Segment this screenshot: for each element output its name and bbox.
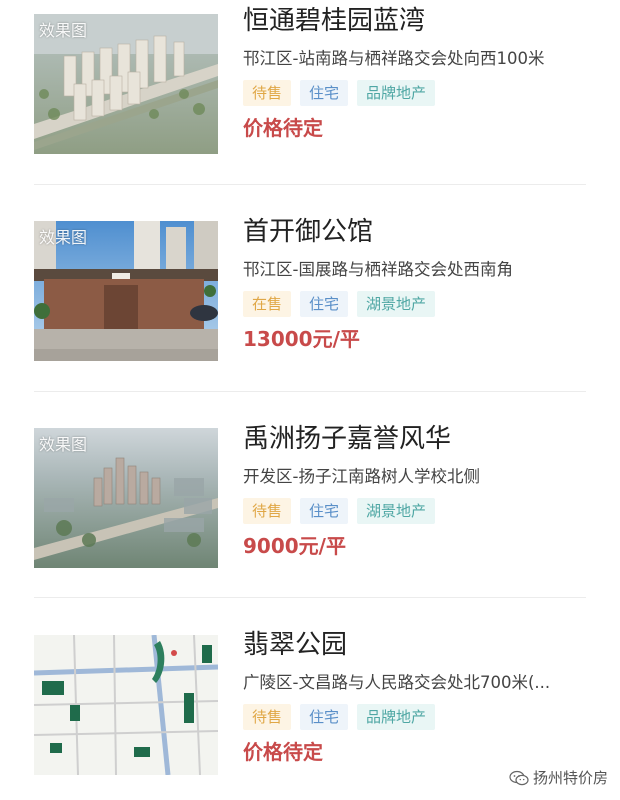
divider [34,391,586,392]
listing-title[interactable]: 恒通碧桂园蓝湾 [243,4,600,38]
listing-thumbnail[interactable]: 效果图 [34,221,218,361]
tag-status: 待售 [243,80,292,106]
listing-list: 效果图 恒通碧桂园蓝湾 邗江区-站南路与栖祥路交会处向西100米 待售 住宅 品… [0,0,620,800]
listing-info: 翡翠公园 广陵区-文昌路与人民路交会处北700米(... 待售 住宅 品牌地产 … [243,628,600,765]
tag-feature: 湖景地产 [357,498,436,524]
render-watermark: 效果图 [39,435,88,454]
listing-thumbnail[interactable] [34,635,218,775]
listing-tags: 在售 住宅 湖景地产 [243,291,600,317]
tag-property-type: 住宅 [300,80,349,106]
listing-address: 邗江区-国展路与栖祥路交会处西南角 [243,260,513,279]
listing-tags: 待售 住宅 品牌地产 [243,704,600,730]
listing-price: 13000元/平 [243,327,360,351]
listing-card[interactable]: 效果图 首开御公馆 邗江区-国展路与栖祥路交会处西南角 在售 住宅 湖景地产 1… [0,206,620,412]
brand-watermark: 扬州特价房 [509,767,608,788]
tag-property-type: 住宅 [300,704,349,730]
listing-info: 首开御公馆 邗江区-国展路与栖祥路交会处西南角 在售 住宅 湖景地产 13000… [243,215,600,352]
divider [34,597,586,598]
listing-address: 广陵区-文昌路与人民路交会处北700米(... [243,673,551,692]
tag-feature: 品牌地产 [357,704,436,730]
tag-property-type: 住宅 [300,498,349,524]
wechat-icon [509,770,529,785]
listing-price: 9000元/平 [243,534,346,558]
listing-title[interactable]: 翡翠公园 [243,628,600,662]
tag-feature: 湖景地产 [357,291,436,317]
listing-info: 禹洲扬子嘉誉风华 开发区-扬子江南路树人学校北侧 待售 住宅 湖景地产 9000… [243,422,600,559]
listing-tags: 待售 住宅 品牌地产 [243,80,600,106]
tag-status: 待售 [243,498,292,524]
listing-tags: 待售 住宅 湖景地产 [243,498,600,524]
listing-card[interactable]: 效果图 禹洲扬子嘉誉风华 开发区-扬子江南路树人学校北侧 待售 住宅 湖景地产 … [0,413,620,619]
render-watermark: 效果图 [39,21,88,40]
tag-status: 待售 [243,704,292,730]
listing-price: 价格待定 [243,740,323,764]
listing-price: 价格待定 [243,116,323,140]
listing-thumbnail[interactable]: 效果图 [34,14,218,154]
tag-status: 在售 [243,291,292,317]
listing-card[interactable]: 效果图 恒通碧桂园蓝湾 邗江区-站南路与栖祥路交会处向西100米 待售 住宅 品… [0,0,620,206]
brand-label: 扬州特价房 [532,769,608,787]
render-watermark: 效果图 [39,228,88,247]
tag-feature: 品牌地产 [357,80,436,106]
listing-title[interactable]: 首开御公馆 [243,215,600,249]
listing-address: 开发区-扬子江南路树人学校北侧 [243,467,480,486]
listing-title[interactable]: 禹洲扬子嘉誉风华 [243,422,600,456]
location-map-image [34,635,218,775]
tag-property-type: 住宅 [300,291,349,317]
listing-thumbnail[interactable]: 效果图 [34,428,218,568]
listing-info: 恒通碧桂园蓝湾 邗江区-站南路与栖祥路交会处向西100米 待售 住宅 品牌地产 … [243,4,600,141]
listing-address: 邗江区-站南路与栖祥路交会处向西100米 [243,49,545,68]
divider [34,184,586,185]
